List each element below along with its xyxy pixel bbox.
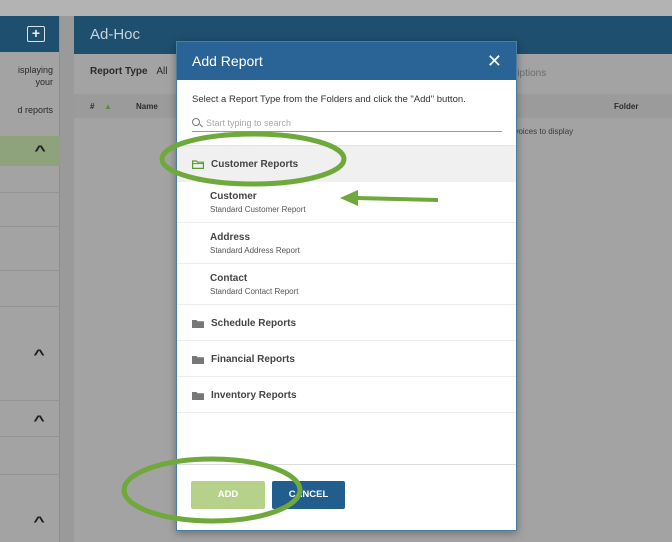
report-type-value[interactable]: All — [156, 66, 167, 77]
left-panel: + isplaying your d reports ^ ^ ^ ^ — [0, 16, 60, 542]
folder-icon — [192, 320, 204, 328]
divider — [0, 306, 60, 307]
divider — [0, 474, 60, 475]
search-icon — [192, 118, 200, 126]
report-item-customer[interactable]: Customer Standard Customer Report — [177, 182, 516, 223]
folder-open-icon — [192, 160, 204, 169]
left-panel-selected-row[interactable]: ^ — [0, 136, 60, 166]
report-name: Address — [210, 232, 251, 243]
dialog-instruction: Select a Report Type from the Folders an… — [192, 94, 466, 105]
dialog-footer: ADD CANCEL — [177, 464, 516, 530]
report-type-filter[interactable]: Report Type All — [90, 66, 168, 77]
left-panel-text: isplaying — [17, 65, 53, 75]
left-panel-text: your — [35, 77, 53, 87]
report-type-label: Report Type — [90, 66, 148, 77]
search-box[interactable] — [192, 116, 502, 132]
chevron-up-icon[interactable]: ^ — [34, 142, 45, 158]
chevron-up-icon[interactable]: ^ — [33, 513, 44, 529]
divider — [0, 400, 60, 401]
divider — [0, 192, 60, 193]
folder-customer-reports[interactable]: Customer Reports — [177, 146, 516, 182]
folder-label: Customer Reports — [211, 159, 299, 170]
dialog-title: Add Report — [192, 53, 263, 69]
left-panel-text: d reports — [17, 105, 53, 115]
chevron-up-icon[interactable]: ^ — [33, 346, 44, 362]
dialog-header: Add Report ✕ — [177, 42, 516, 80]
report-description: Standard Customer Report — [210, 205, 306, 214]
folder-financial-reports[interactable]: Financial Reports — [177, 341, 516, 377]
folder-label: Schedule Reports — [211, 318, 297, 329]
divider — [0, 436, 60, 437]
column-name[interactable]: Name — [136, 102, 158, 111]
report-item-contact[interactable]: Contact Standard Contact Report — [177, 264, 516, 305]
report-name: Customer — [210, 191, 257, 202]
folder-icon — [192, 356, 204, 364]
add-button[interactable]: ADD — [191, 481, 265, 509]
left-panel-header: + — [0, 16, 59, 52]
report-description: Standard Address Report — [210, 246, 300, 255]
report-description: Standard Contact Report — [210, 287, 299, 296]
empty-message: nvoices to display — [510, 127, 574, 136]
folder-label: Inventory Reports — [211, 390, 297, 401]
folder-label: Financial Reports — [211, 354, 295, 365]
chevron-up-icon[interactable]: ^ — [33, 412, 44, 428]
descriptions-field[interactable]: riptions — [514, 68, 546, 79]
sort-up-icon[interactable]: ▲ — [104, 102, 112, 111]
folder-icon — [192, 392, 204, 400]
report-name: Contact — [210, 273, 248, 284]
cancel-button[interactable]: CANCEL — [272, 481, 345, 509]
column-folder[interactable]: Folder — [614, 102, 638, 111]
search-input[interactable] — [206, 116, 496, 130]
report-folder-tree: Customer Reports Customer Standard Custo… — [177, 145, 516, 413]
add-icon[interactable]: + — [27, 26, 45, 42]
divider — [0, 270, 60, 271]
column-number[interactable]: # — [90, 102, 94, 111]
divider — [0, 226, 60, 227]
add-report-dialog: Add Report ✕ Select a Report Type from t… — [176, 41, 517, 531]
report-item-address[interactable]: Address Standard Address Report — [177, 223, 516, 264]
close-icon[interactable]: ✕ — [487, 42, 502, 80]
folder-inventory-reports[interactable]: Inventory Reports — [177, 377, 516, 413]
top-strip — [0, 0, 672, 16]
folder-schedule-reports[interactable]: Schedule Reports — [177, 305, 516, 341]
